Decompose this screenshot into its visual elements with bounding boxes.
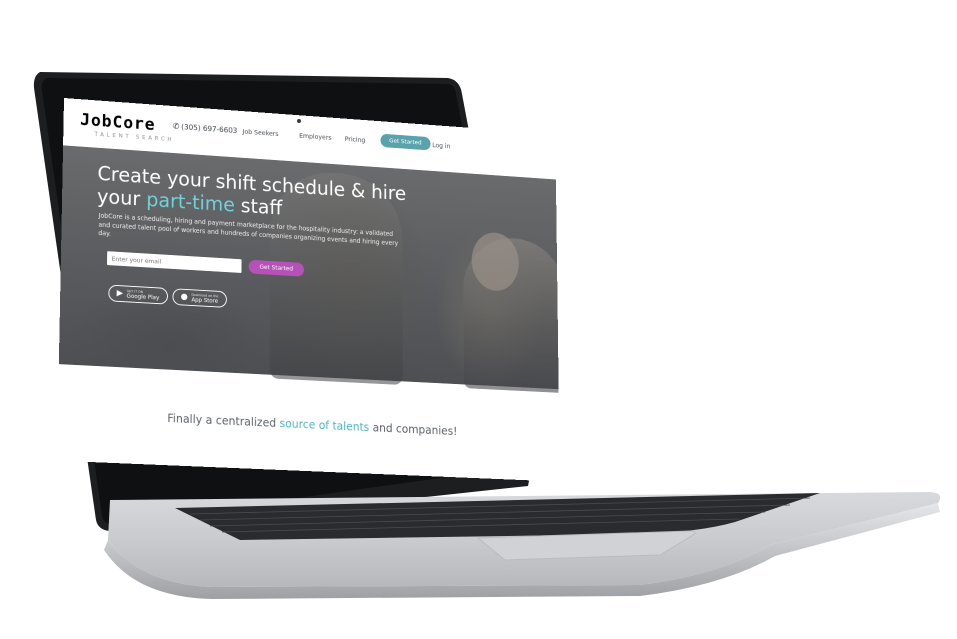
webcam-icon <box>297 119 301 123</box>
phone-icon: ✆ <box>172 122 180 132</box>
phone-link[interactable]: ✆ (305) 697-6603 <box>173 122 238 136</box>
google-play-icon: ▶ <box>116 288 124 299</box>
google-play-button[interactable]: ▶ GET IT ON Google Play <box>108 284 168 305</box>
nav-link-employers[interactable]: Employers <box>299 132 331 141</box>
nav-link-job-seekers[interactable]: Job Seekers <box>242 128 278 138</box>
browser-screen: JobCore TALENT SEARCH ✆ (305) 697-6603 Jo… <box>56 98 560 482</box>
hero-title-accent: part-time <box>146 188 235 217</box>
hero-title-post: staff <box>234 194 283 220</box>
app-store-button[interactable]: ● Download on the App Store <box>172 288 227 308</box>
app-store-text: Download on the App Store <box>191 293 219 305</box>
hero-get-started-button[interactable]: Get Started <box>248 259 304 277</box>
phone-number: (305) 697-6603 <box>181 122 238 135</box>
email-input[interactable] <box>106 251 242 273</box>
apple-icon: ● <box>180 292 188 303</box>
hero-title-pre: your <box>96 185 147 211</box>
nav-get-started-button[interactable]: Get Started <box>380 133 431 151</box>
google-play-text: GET IT ON Google Play <box>126 289 160 302</box>
nav-login-link[interactable]: Log in <box>432 142 450 150</box>
section-tagline: Finally a centralized source of talents … <box>167 411 458 438</box>
hero-section: Create your shift schedule & hire your p… <box>58 145 560 394</box>
jobcore-logo[interactable]: JobCore TALENT SEARCH <box>80 110 175 143</box>
nav-link-pricing[interactable]: Pricing <box>345 135 366 144</box>
